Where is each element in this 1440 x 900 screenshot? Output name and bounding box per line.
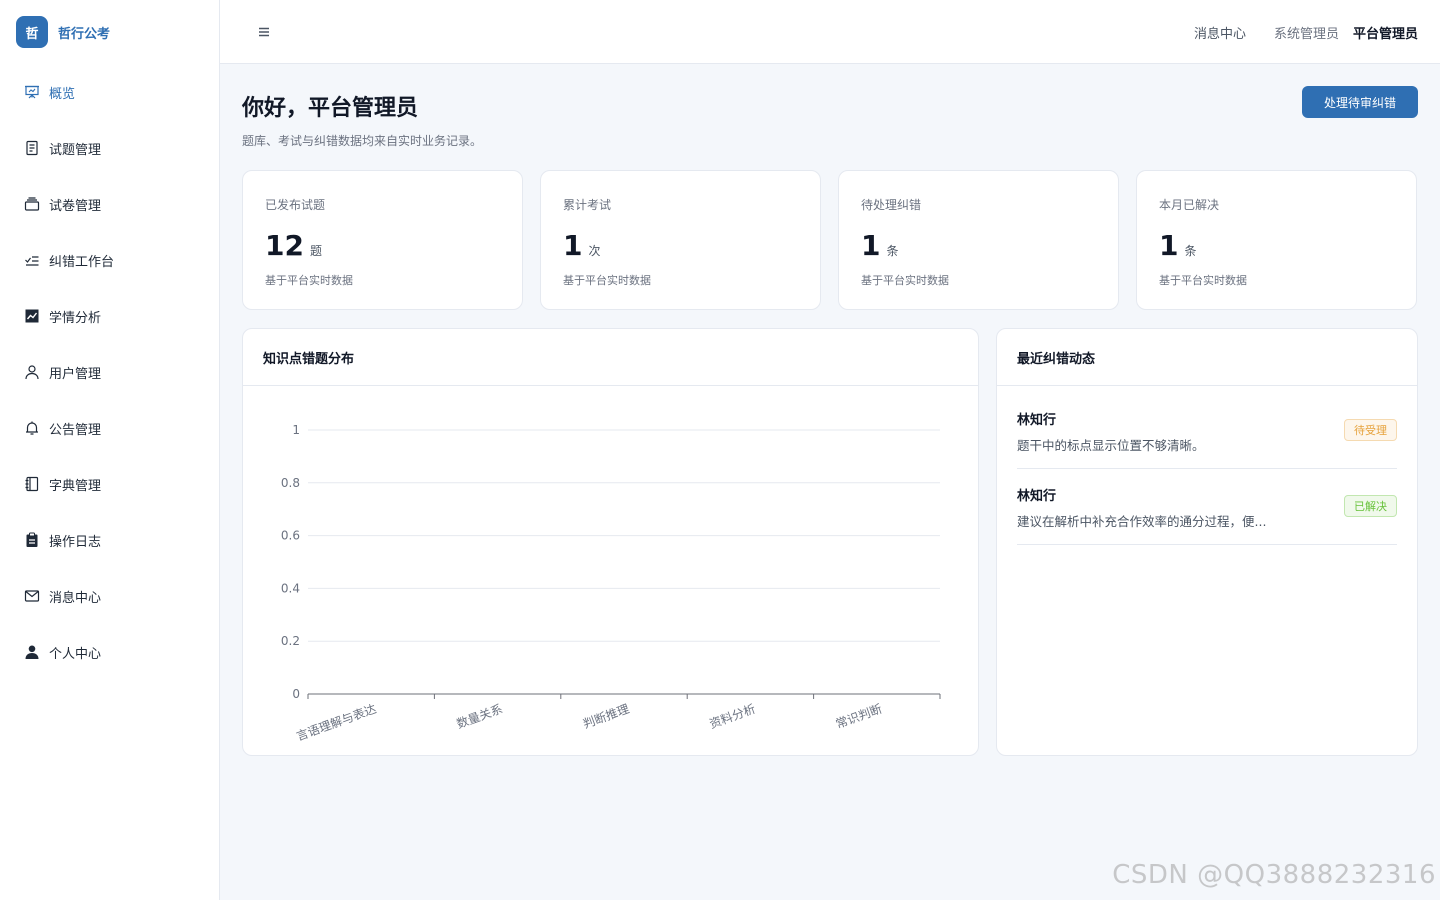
y-tick-label: 0.2 [281, 634, 300, 648]
x-tick-label: 数量关系 [454, 701, 504, 732]
activity-text: 建议在解析中补充合作效率的通分过程，便... [1017, 514, 1267, 529]
page-subtitle: 题库、考试与纠错数据均来自实时业务记录。 [242, 134, 483, 148]
stat-label: 已发布试题 [265, 198, 326, 212]
top-header: 消息中心 系统管理员 平台管理员 [220, 0, 1440, 64]
process-corrections-button[interactable]: 处理待审纠错 [1302, 86, 1418, 118]
stat-unit: 次 [588, 244, 601, 258]
stat-note: 基于平台实时数据 [265, 274, 353, 287]
stat-card-pending: 待处理纠错 1 条 基于平台实时数据 [838, 170, 1119, 310]
stat-label: 本月已解决 [1159, 198, 1220, 212]
y-tick-label: 0.8 [281, 476, 300, 490]
activity-item[interactable]: 林知行 题干中的标点显示位置不够清晰。 待受理 [1017, 409, 1397, 469]
presentation-icon [24, 84, 40, 100]
y-tick-label: 0.4 [281, 581, 300, 595]
stat-label: 待处理纠错 [861, 198, 922, 212]
stat-label: 累计考试 [563, 198, 612, 212]
user-icon [24, 364, 40, 380]
activity-text: 题干中的标点显示位置不够清晰。 [1017, 438, 1205, 453]
user-filled-icon [24, 644, 40, 660]
activity-user: 林知行 [1017, 489, 1057, 504]
y-tick-label: 0 [292, 687, 300, 701]
sidebar-item-6[interactable]: 公告管理 [0, 400, 219, 456]
sidebar-item-8[interactable]: 操作日志 [0, 512, 219, 568]
sidebar-item-label: 试卷管理 [49, 198, 102, 214]
x-tick-label: 言语理解与表达 [294, 702, 378, 744]
sidebar-item-9[interactable]: 消息中心 [0, 568, 219, 624]
stat-card-resolved: 本月已解决 1 条 基于平台实时数据 [1136, 170, 1417, 310]
stat-value: 1 [1159, 229, 1179, 262]
document-icon [24, 140, 40, 156]
y-tick-label: 1 [292, 423, 300, 437]
sidebar-item-label: 个人中心 [49, 646, 102, 662]
sidebar-menu: 概览试题管理试卷管理纠错工作台学情分析用户管理公告管理字典管理操作日志消息中心个… [0, 64, 219, 680]
sidebar-item-label: 学情分析 [49, 310, 102, 326]
sidebar-item-0[interactable]: 概览 [0, 64, 219, 120]
sidebar-item-4[interactable]: 学情分析 [0, 288, 219, 344]
tray-icon [24, 196, 40, 212]
sidebar-item-5[interactable]: 用户管理 [0, 344, 219, 400]
stat-note: 基于平台实时数据 [861, 274, 949, 287]
sidebar-item-1[interactable]: 试题管理 [0, 120, 219, 176]
clipboard-icon [24, 532, 40, 548]
activity-panel-title: 最近纠错动态 [997, 329, 1417, 386]
stat-card-exams: 累计考试 1 次 基于平台实时数据 [540, 170, 821, 310]
brand[interactable]: 哲 哲行公考 [16, 16, 110, 48]
stat-unit: 题 [309, 244, 322, 258]
sidebar-item-label: 用户管理 [49, 366, 102, 382]
x-tick-label: 判断推理 [581, 701, 631, 732]
brand-name: 哲行公考 [58, 26, 111, 42]
sidebar-item-3[interactable]: 纠错工作台 [0, 232, 219, 288]
stat-unit: 条 [1184, 244, 1197, 258]
sidebar-item-10[interactable]: 个人中心 [0, 624, 219, 680]
page-title: 你好，平台管理员 [242, 96, 419, 121]
x-tick-label: 常识判断 [834, 701, 884, 732]
activity-panel: 最近纠错动态 林知行 题干中的标点显示位置不够清晰。 待受理 林知行 建议在解析… [996, 328, 1418, 756]
notebook-icon [24, 476, 40, 492]
activity-item[interactable]: 林知行 建议在解析中补充合作效率的通分过程，便... 已解决 [1017, 485, 1397, 545]
chart-panel-title: 知识点错题分布 [243, 329, 978, 386]
sidebar-item-label: 试题管理 [49, 142, 102, 158]
chart-panel: 知识点错题分布 0 0.2 0.4 0.6 0.8 1 言语理解与表达 数量关系 判断推理 资料分… [242, 328, 979, 756]
stat-card-published: 已发布试题 12 题 基于平台实时数据 [242, 170, 523, 310]
sidebar-item-label: 操作日志 [49, 534, 102, 550]
sidebar-item-label: 公告管理 [49, 422, 102, 438]
sidebar-item-label: 概览 [49, 86, 76, 102]
stat-note: 基于平台实时数据 [563, 274, 651, 287]
message-icon [24, 588, 40, 604]
header-messages-link[interactable]: 消息中心 [1194, 23, 1246, 42]
x-tick-label: 资料分析 [708, 702, 758, 732]
status-badge: 已解决 [1344, 495, 1397, 517]
sidebar-item-label: 字典管理 [49, 478, 102, 494]
header-role: 系统管理员 [1273, 26, 1339, 42]
brand-logo: 哲 [16, 16, 48, 48]
stat-unit: 条 [886, 244, 899, 258]
bell-icon [24, 420, 40, 436]
sidebar-item-label: 纠错工作台 [49, 254, 115, 270]
watermark: CSDN @QQ3888232316 [1112, 860, 1436, 890]
sidebar-item-2[interactable]: 试卷管理 [0, 176, 219, 232]
header-username[interactable]: 平台管理员 [1353, 23, 1418, 42]
error-distribution-chart: 0 0.2 0.4 0.6 0.8 1 言语理解与表达 数量关系 判断推理 资料分析 常识判断 [281, 423, 941, 744]
stat-value: 1 [861, 229, 881, 262]
menu-toggle-icon[interactable] [256, 24, 272, 40]
y-tick-label: 0.6 [281, 529, 300, 543]
check-list-icon [24, 252, 40, 268]
sidebar-item-7[interactable]: 字典管理 [0, 456, 219, 512]
status-badge: 待受理 [1344, 419, 1397, 441]
stat-value: 12 [265, 229, 304, 262]
sidebar: 哲 哲行公考 概览试题管理试卷管理纠错工作台学情分析用户管理公告管理字典管理操作… [0, 0, 220, 900]
sidebar-item-label: 消息中心 [49, 590, 102, 606]
stat-value: 1 [563, 229, 583, 262]
trend-chart-icon [24, 308, 40, 324]
activity-user: 林知行 [1017, 413, 1057, 428]
stat-note: 基于平台实时数据 [1159, 274, 1247, 287]
